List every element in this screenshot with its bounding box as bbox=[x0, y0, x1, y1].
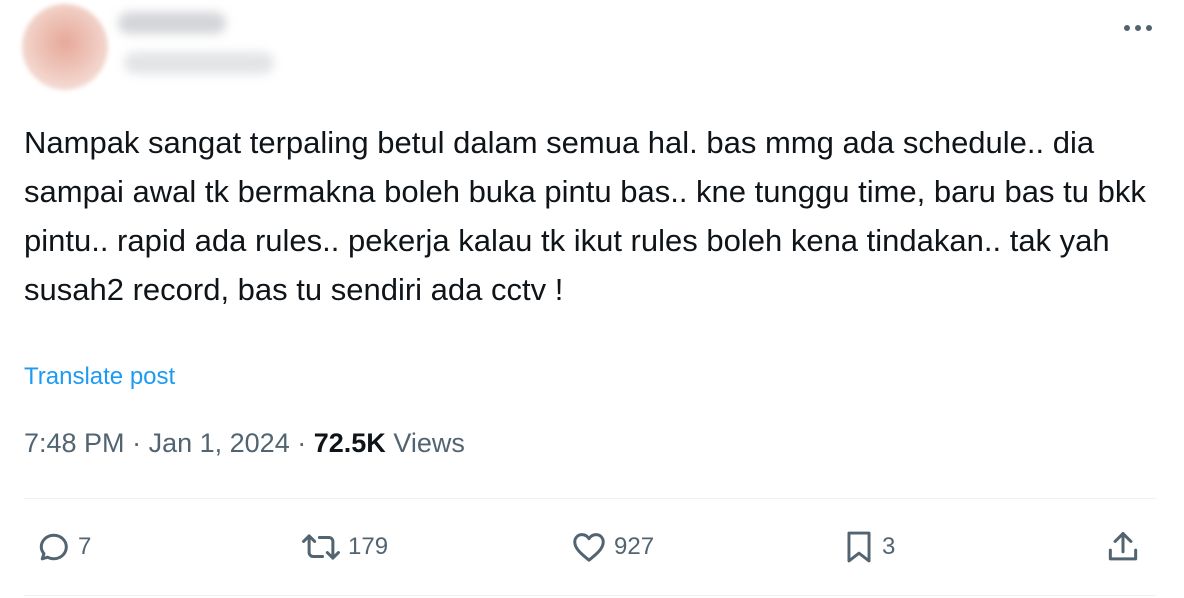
display-name-redacted[interactable] bbox=[118, 12, 226, 34]
repost-icon bbox=[302, 534, 340, 560]
views-label: Views bbox=[393, 428, 465, 458]
post-date[interactable]: Jan 1, 2024 bbox=[149, 428, 290, 458]
like-count: 927 bbox=[614, 533, 655, 560]
reply-icon bbox=[39, 533, 68, 561]
avatar[interactable] bbox=[22, 4, 108, 90]
views-count: 72.5K bbox=[313, 428, 386, 458]
more-horizontal-icon bbox=[1124, 25, 1152, 31]
repost-count: 179 bbox=[348, 533, 389, 560]
post-card: Nampak sangat terpaling betul dalam semu… bbox=[0, 0, 1184, 598]
divider bbox=[24, 595, 1156, 596]
meta-separator: · bbox=[132, 428, 142, 458]
repost-button[interactable]: 179 bbox=[300, 527, 388, 567]
reply-count: 7 bbox=[78, 533, 92, 560]
post-time[interactable]: 7:48 PM bbox=[24, 428, 125, 458]
share-button[interactable] bbox=[1104, 527, 1142, 567]
bookmark-icon bbox=[847, 531, 871, 563]
username-redacted[interactable] bbox=[124, 52, 274, 74]
post-text: Nampak sangat terpaling betul dalam semu… bbox=[24, 125, 1146, 307]
like-button[interactable]: 927 bbox=[570, 527, 654, 567]
bookmark-count: 3 bbox=[882, 533, 896, 560]
meta-separator: · bbox=[297, 428, 307, 458]
bookmark-button[interactable]: 3 bbox=[842, 527, 895, 567]
more-options-button[interactable] bbox=[1120, 14, 1156, 42]
heart-icon bbox=[573, 533, 605, 562]
translate-post-link[interactable]: Translate post bbox=[24, 363, 175, 391]
divider bbox=[24, 498, 1156, 499]
reply-button[interactable]: 7 bbox=[34, 527, 91, 567]
share-icon bbox=[1108, 532, 1138, 561]
post-meta: 7:48 PM · Jan 1, 2024 · 72.5K Views bbox=[24, 428, 465, 459]
